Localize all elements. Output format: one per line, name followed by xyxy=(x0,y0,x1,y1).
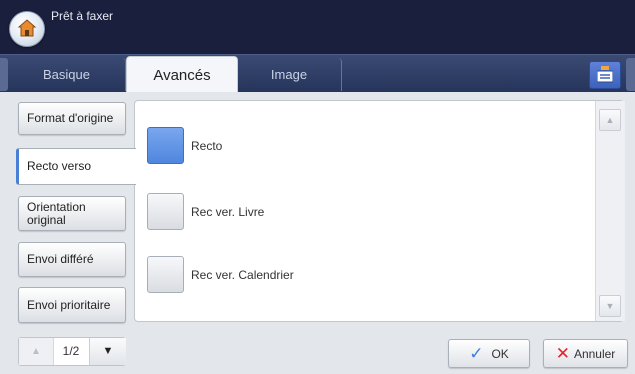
sidebar-item-envoi-prioritaire[interactable]: Envoi prioritaire xyxy=(18,287,126,323)
check-icon: ✓ xyxy=(469,344,484,363)
tab-basique[interactable]: Basique xyxy=(8,58,126,91)
sidebar-item-orientation-original[interactable]: Orientation original xyxy=(18,196,126,231)
close-icon: ✕ xyxy=(555,344,570,363)
tab-bar-edge-right xyxy=(626,58,635,91)
option-label: Rec ver. Livre xyxy=(191,204,265,219)
job-status-icon xyxy=(597,66,613,83)
home-icon xyxy=(17,19,37,37)
option-rec-ver-livre[interactable]: Rec ver. Livre xyxy=(147,193,264,230)
option-checkbox[interactable] xyxy=(147,256,184,293)
options-scrollbar[interactable]: ▲ ▼ xyxy=(595,101,625,321)
sidebar-item-recto-verso[interactable]: Recto verso xyxy=(16,148,136,185)
scroll-up-button[interactable]: ▲ xyxy=(599,109,621,131)
status-text: Prêt à faxer xyxy=(51,9,114,23)
option-recto[interactable]: Recto xyxy=(147,127,222,164)
cancel-button[interactable]: ✕ Annuler xyxy=(543,339,628,368)
sidebar-item-format-origine[interactable]: Format d'origine xyxy=(18,102,126,135)
option-label: Rec ver. Calendrier xyxy=(191,267,294,282)
main-content: Format d'origine Recto verso Orientation… xyxy=(0,92,635,374)
option-rec-ver-calendrier[interactable]: Rec ver. Calendrier xyxy=(147,256,294,293)
tab-image[interactable]: Image xyxy=(237,58,342,91)
option-label: Recto xyxy=(191,138,223,153)
tab-bar: Basique Avancés Image xyxy=(0,54,635,94)
cancel-label: Annuler xyxy=(573,346,616,361)
page-indicator: 1/2 xyxy=(62,344,80,358)
page-up-button[interactable]: ▲ xyxy=(19,338,54,365)
options-panel: Recto Rec ver. Livre Rec ver. Calendrier… xyxy=(134,100,625,322)
page-down-button[interactable]: ▼ xyxy=(89,338,126,365)
ok-label: OK xyxy=(491,346,509,361)
status-header: Prêt à faxer xyxy=(0,0,635,54)
scroll-down-button[interactable]: ▼ xyxy=(599,295,621,317)
option-checkbox[interactable] xyxy=(147,193,184,230)
home-button[interactable] xyxy=(9,11,45,47)
sidebar-item-envoi-differe[interactable]: Envoi différé xyxy=(18,242,126,277)
tab-avances[interactable]: Avancés xyxy=(126,56,238,94)
job-status-button[interactable] xyxy=(589,61,621,89)
ok-button[interactable]: ✓ OK xyxy=(448,339,530,368)
option-checkbox[interactable] xyxy=(147,127,184,164)
tab-bar-edge-left xyxy=(0,58,8,91)
pager: ▲ 1/2 ▼ xyxy=(18,337,126,366)
